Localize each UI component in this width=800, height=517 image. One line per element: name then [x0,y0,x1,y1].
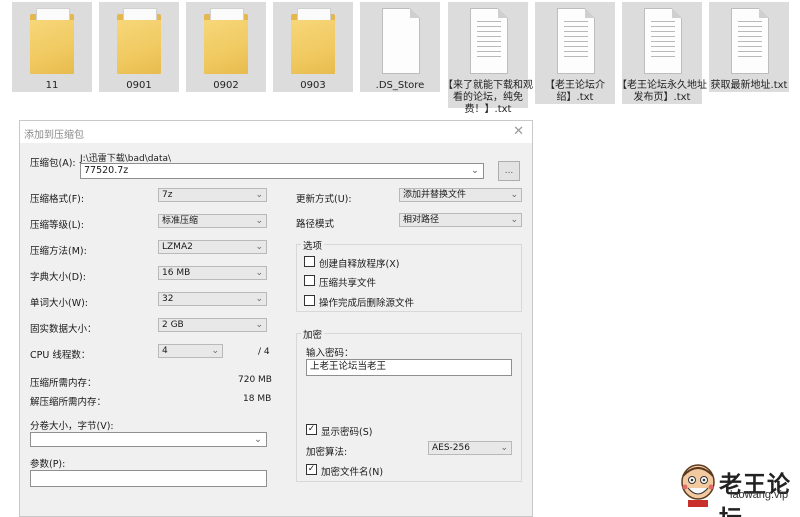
method-select[interactable]: LZMA2 ⌄ [158,240,267,254]
encrypt-names-checkbox[interactable]: ✓ [306,464,317,475]
chevron-down-icon: ⌄ [255,216,263,226]
text-file-icon [731,8,769,74]
file-name: 11 [45,80,59,91]
folder-item[interactable]: 0903 [273,2,353,92]
enc-method-select[interactable]: AES-256 ⌄ [428,441,512,455]
chevron-down-icon: ⌄ [500,443,508,453]
title-bar: 添加到压缩包 ✕ [20,121,532,143]
password-input[interactable]: 上老王论坛当老王 [306,359,512,376]
enc-method-label: 加密算法: [306,447,348,458]
mem-decompress-label: 解压缩所需内存： [30,397,107,408]
file-item[interactable]: 【老王论坛永久地址发布页】.txt [617,2,707,104]
file-item[interactable]: 【老王论坛介绍】.txt [535,2,615,104]
delete-after-label: 操作完成后删除源文件 [319,298,415,309]
file-item[interactable]: .DS_Store [360,2,440,92]
threads-label: CPU 线程数： [30,350,91,361]
params-input[interactable] [30,470,267,487]
word-select[interactable]: 32 ⌄ [158,292,267,306]
archive-name-value: 77520.7z [84,165,129,176]
encrypt-names-label: 加密文件名(N) [321,467,384,478]
archive-label: 压缩包(A): [30,158,76,169]
threads-max: / 4 [258,347,270,357]
mem-compress-label: 压缩所需内存： [30,378,97,389]
level-select[interactable]: 标准压缩 ⌄ [158,214,267,228]
solid-select[interactable]: 2 GB ⌄ [158,318,267,332]
chevron-down-icon: ⌄ [254,434,262,445]
encryption-title: 加密 [301,327,325,341]
chevron-down-icon: ⌄ [211,346,219,356]
folder-item[interactable]: 0901 [99,2,179,92]
dialog-title: 添加到压缩包 [24,130,84,141]
path-mode-label: 路径模式 [296,219,335,230]
file-item[interactable]: 获取最新地址.txt [709,2,789,92]
add-to-archive-dialog: 添加到压缩包 ✕ 压缩包(A): J:\迅雷下载\bad\data\ 77520… [19,120,533,517]
check-icon: ✓ [307,464,316,474]
chevron-down-icon: ⌄ [255,320,263,330]
archive-name-combo[interactable]: 77520.7z ⌄ [80,163,484,179]
split-size-combo[interactable]: ⌄ [30,432,267,447]
chevron-down-icon: ⌄ [255,242,263,252]
folder-item[interactable]: 0902 [186,2,266,92]
dict-label: 字典大小(D): [30,272,86,283]
chevron-down-icon: ⌄ [510,190,518,200]
delete-after-checkbox[interactable] [304,295,315,306]
close-icon[interactable]: ✕ [513,124,524,139]
folder-item[interactable]: 11 [12,2,92,92]
chevron-down-icon: ⌄ [255,190,263,200]
check-icon: ✓ [307,424,316,434]
file-name: 【老王论坛永久地址发布页】.txt [617,80,707,103]
show-password-checkbox[interactable]: ✓ [306,424,317,435]
dict-select[interactable]: 16 MB ⌄ [158,266,267,280]
text-file-icon [644,8,682,74]
show-password-label: 显示密码(S) [321,427,373,438]
file-name: 【老王论坛介绍】.txt [545,80,605,103]
file-name: 0902 [213,80,239,91]
chevron-down-icon: ⌄ [255,294,263,304]
solid-label: 固实数据大小： [30,324,97,335]
file-item[interactable]: 【来了就能下载和观看的论坛，纯免费！】.txt [443,2,533,115]
update-label: 更新方式(U): [296,194,352,205]
shared-files-label: 压缩共享文件 [319,278,377,289]
method-label: 压缩方法(M): [30,246,87,257]
sfx-checkbox[interactable] [304,256,315,267]
update-select[interactable]: 添加并替换文件 ⌄ [399,188,522,202]
password-label: 输入密码： [306,348,354,359]
file-name: 0903 [300,80,326,91]
watermark-url: laowang.vip [730,489,789,501]
mem-compress-value: 720 MB [238,375,272,385]
params-label: 参数(P): [30,459,66,470]
level-label: 压缩等级(L): [30,220,84,231]
text-file-icon [557,8,595,74]
shared-files-checkbox[interactable] [304,275,315,286]
mascot-logo-icon [681,464,715,507]
mem-decompress-value: 18 MB [243,394,272,404]
chevron-down-icon[interactable]: ⌄ [471,164,479,178]
text-file-icon [470,8,508,74]
format-select[interactable]: 7z ⌄ [158,188,267,202]
file-name: .DS_Store [375,80,425,91]
blank-file-icon [382,8,420,74]
sfx-label: 创建自释放程序(X) [319,259,400,270]
threads-select[interactable]: 4 ⌄ [158,344,223,358]
options-title: 选项 [301,238,325,252]
file-name: 0901 [126,80,152,91]
browse-button[interactable]: ... [498,161,520,181]
split-label: 分卷大小，字节(V): [30,421,114,432]
file-name: 【来了就能下载和观看的论坛，纯免费！】.txt [443,80,533,115]
file-name: 获取最新地址.txt [710,80,788,91]
path-mode-select[interactable]: 相对路径 ⌄ [399,213,522,227]
chevron-down-icon: ⌄ [255,268,263,278]
word-label: 单词大小(W): [30,298,89,309]
format-label: 压缩格式(F): [30,194,85,205]
chevron-down-icon: ⌄ [510,215,518,225]
